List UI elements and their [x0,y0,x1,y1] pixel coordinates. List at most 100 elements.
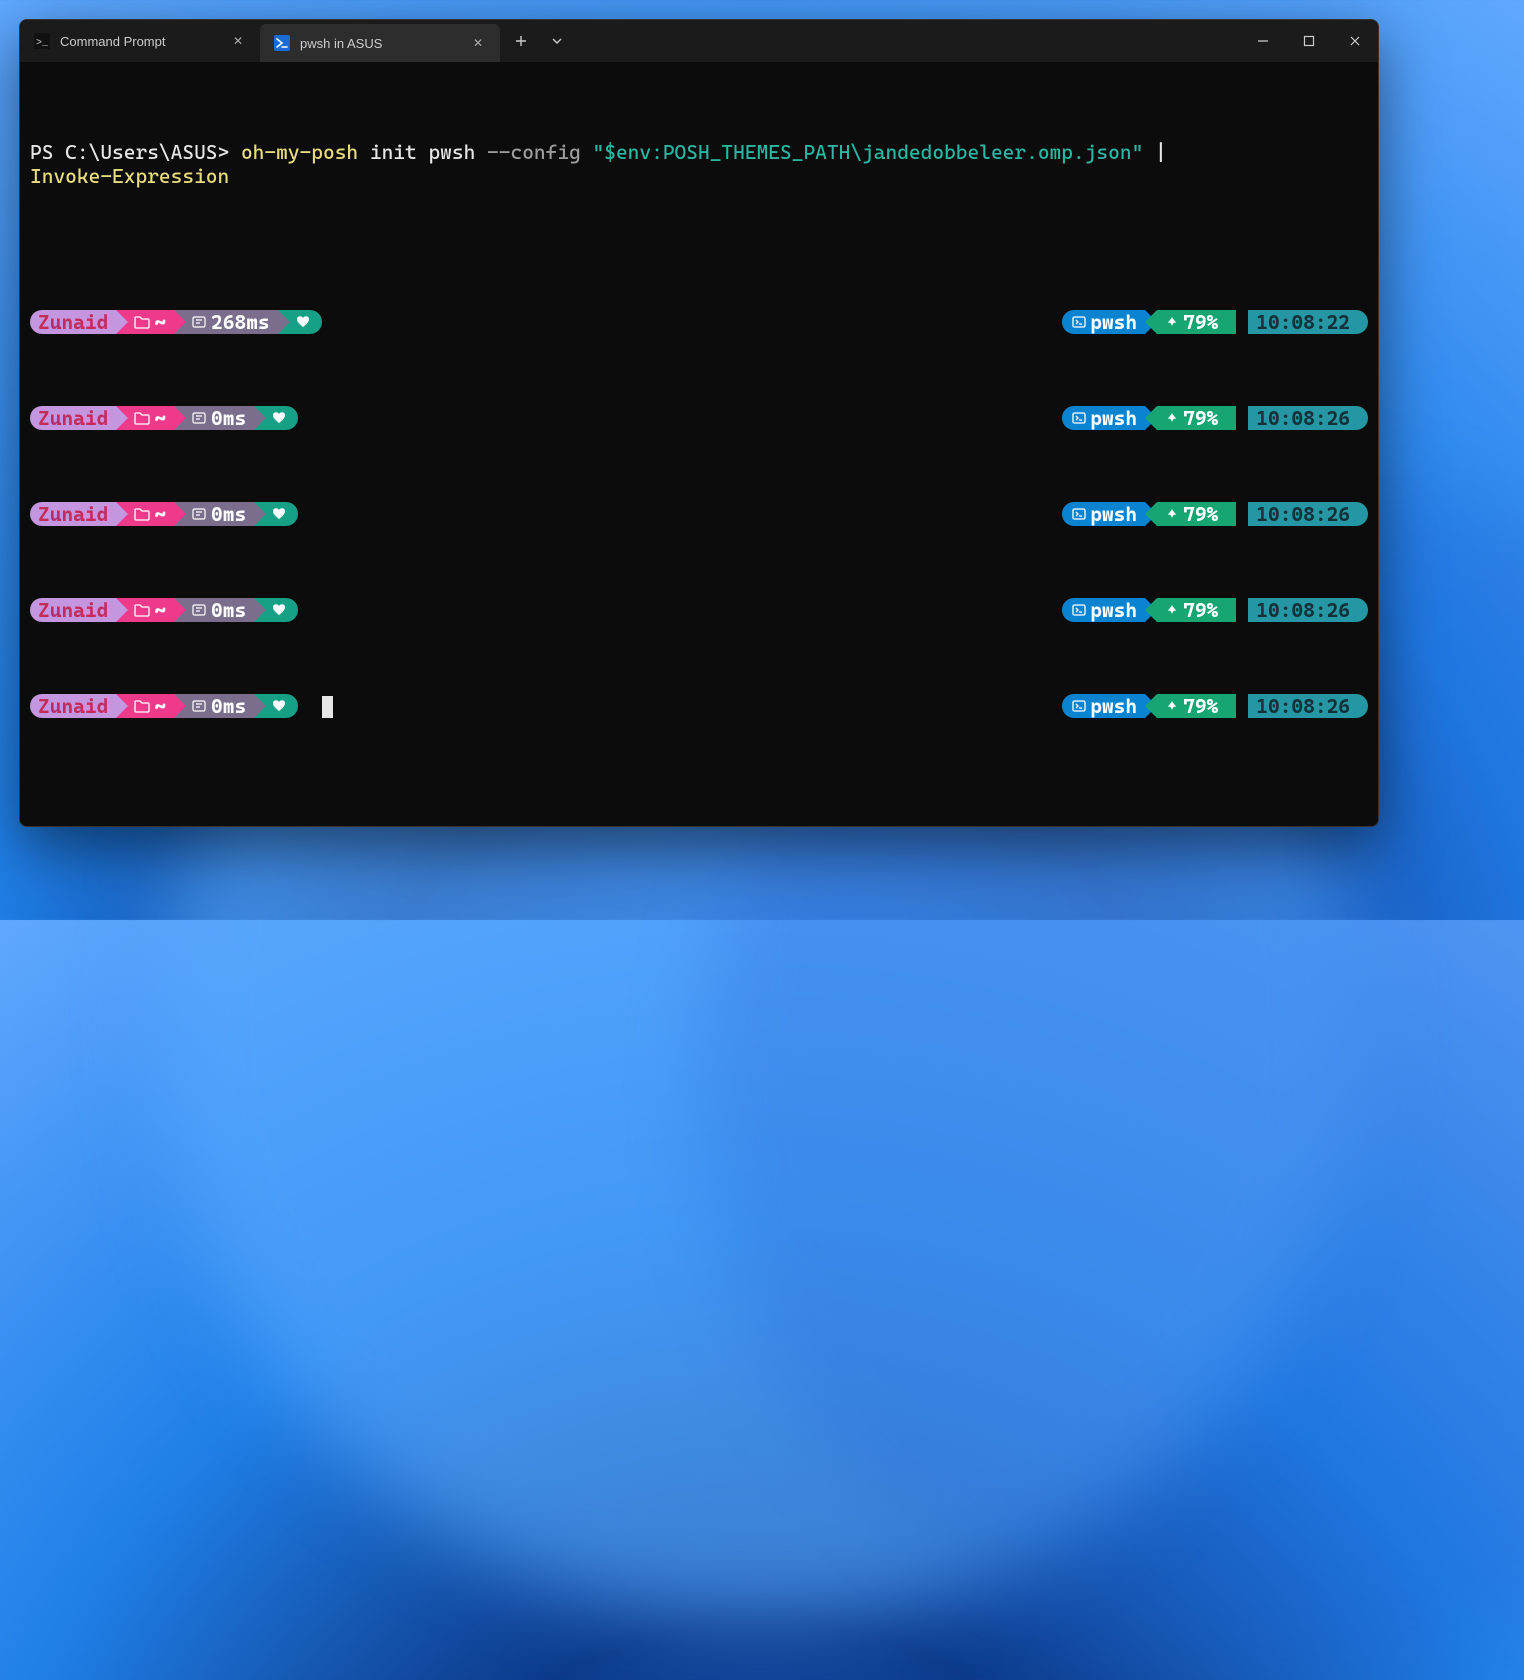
shell-segment: pwsh [1062,694,1145,718]
user-segment: Zunaid [30,502,116,526]
execution-time-segment: 0ms [174,406,254,430]
folder-icon [134,411,150,425]
prompt-row: Zunaid ~ 0ms pwsh [30,598,1368,622]
heart-icon [272,699,286,713]
battery-text: 79% [1183,502,1218,526]
terminal-icon [1072,507,1086,521]
battery-text: 79% [1183,310,1218,334]
terminal-icon [1072,411,1086,425]
tab-actions [500,20,578,62]
space [581,140,593,164]
duration-text: 0ms [211,406,246,430]
battery-segment: 79% [1157,310,1236,334]
prompt-text: PS C:\Users\ASUS> [30,140,241,164]
user-segment: Zunaid [30,598,116,622]
close-button[interactable] [1332,20,1378,62]
clock-text: 10:08:26 [1256,598,1350,622]
execution-time-segment: 0ms [174,502,254,526]
prompt-row: Zunaid ~ 0ms pwsh [30,502,1368,526]
tab-close-button[interactable]: ✕ [468,33,488,53]
leaf-icon [1165,315,1179,329]
path-text: ~ [154,598,166,622]
string-quote: " [1132,140,1144,164]
user-text: Zunaid [38,502,108,526]
stopwatch-icon [192,699,207,713]
path-text: ~ [154,310,166,334]
command-args: init pwsh [358,140,487,164]
clock-text: 10:08:26 [1256,694,1350,718]
heart-icon [272,411,286,425]
stopwatch-icon [192,603,207,617]
user-text: Zunaid [38,598,108,622]
battery-segment: 79% [1157,598,1236,622]
maximize-button[interactable] [1286,20,1332,62]
execution-time-segment: 268ms [174,310,278,334]
heart-icon [296,315,310,329]
heart-icon [272,603,286,617]
clock-segment: 10:08:22 [1248,310,1368,334]
leaf-icon [1165,603,1179,617]
path-text: ~ [154,694,166,718]
folder-icon [134,507,150,521]
prompt-row: Zunaid ~ 0ms pwsh [30,694,1368,718]
tab-command-prompt[interactable]: >_ Command Prompt ✕ [20,20,260,62]
leaf-icon [1165,411,1179,425]
cursor-slot [298,694,333,719]
tab-pwsh[interactable]: pwsh in ASUS ✕ [260,24,500,62]
duration-text: 268ms [211,310,270,334]
pwsh-icon [274,35,290,51]
folder-icon [134,315,150,329]
window-controls [1240,20,1378,62]
shell-text: pwsh [1090,598,1137,622]
clock-segment: 10:08:26 [1248,598,1368,622]
battery-segment: 79% [1157,406,1236,430]
titlebar: >_ Command Prompt ✕ pwsh in ASUS ✕ [20,20,1378,62]
shell-segment: pwsh [1062,406,1145,430]
battery-text: 79% [1183,598,1218,622]
shell-text: pwsh [1090,406,1137,430]
tab-label: Command Prompt [60,34,218,49]
user-text: Zunaid [38,694,108,718]
execution-time-segment: 0ms [174,694,254,718]
string-quote: " [593,140,605,164]
string-value: $env:POSH_THEMES_PATH\jandedobbeleer.omp… [604,140,1131,164]
clock-text: 10:08:22 [1256,310,1350,334]
shell-text: pwsh [1090,694,1137,718]
stopwatch-icon [192,411,207,425]
command-name: oh-my-posh [241,140,358,164]
user-segment: Zunaid [30,694,116,718]
clock-segment: 10:08:26 [1248,502,1368,526]
battery-segment: 79% [1157,694,1236,718]
clock-text: 10:08:26 [1256,406,1350,430]
command-line: PS C:\Users\ASUS> oh-my-posh init pwsh -… [30,140,1368,188]
battery-segment: 79% [1157,502,1236,526]
user-text: Zunaid [38,406,108,430]
terminal-icon [1072,315,1086,329]
clock-segment: 10:08:26 [1248,694,1368,718]
path-text: ~ [154,406,166,430]
battery-text: 79% [1183,694,1218,718]
tab-close-button[interactable]: ✕ [228,31,248,51]
new-tab-button[interactable] [504,24,538,58]
tab-dropdown-button[interactable] [540,24,574,58]
pipe: | [1143,140,1178,164]
heart-icon [272,507,286,521]
duration-text: 0ms [211,598,246,622]
command-flag: --config [487,140,581,164]
command-invoke: Invoke-Expression [30,164,229,188]
stopwatch-icon [192,507,207,521]
folder-icon [134,699,150,713]
minimize-button[interactable] [1240,20,1286,62]
execution-time-segment: 0ms [174,598,254,622]
prompt-row: Zunaid ~ 0ms pwsh [30,406,1368,430]
tab-label: pwsh in ASUS [300,36,458,51]
duration-text: 0ms [211,502,246,526]
terminal-icon [1072,699,1086,713]
shell-text: pwsh [1090,310,1137,334]
duration-text: 0ms [211,694,246,718]
prompt-row: Zunaid ~ 268ms pwsh [30,310,1368,334]
terminal-body[interactable]: PS C:\Users\ASUS> oh-my-posh init pwsh -… [20,62,1378,826]
cursor [322,696,333,718]
shell-segment: pwsh [1062,310,1145,334]
shell-segment: pwsh [1062,502,1145,526]
